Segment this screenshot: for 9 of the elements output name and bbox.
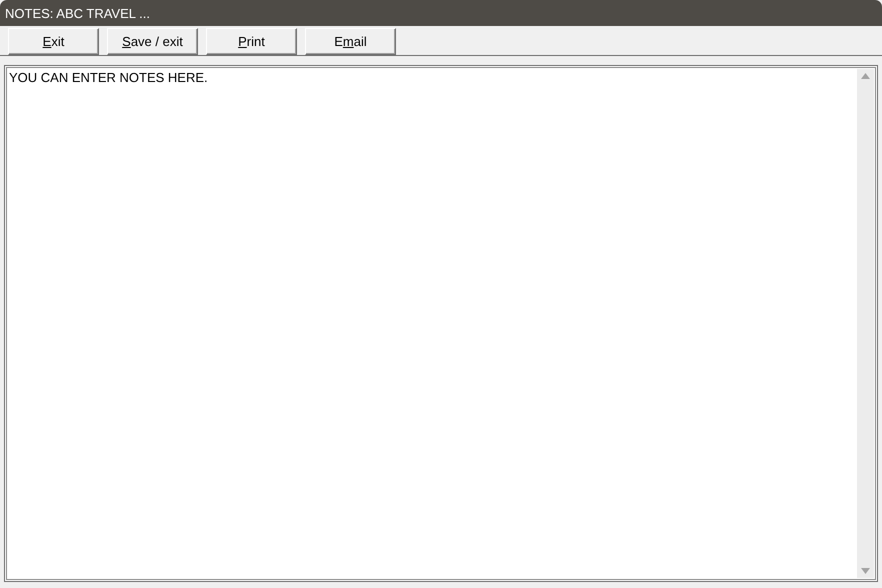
toolbar-button[interactable]: Exit <box>8 28 99 55</box>
scrollbar[interactable] <box>857 69 874 578</box>
window-title: NOTES: ABC TRAVEL ... <box>5 6 150 20</box>
toolbar-button[interactable]: Save / exit <box>107 28 198 55</box>
scroll-up-icon[interactable] <box>861 73 870 79</box>
toolbar-button[interactable]: Email <box>305 28 396 55</box>
notes-field[interactable]: YOU CAN ENTER NOTES HERE. <box>4 65 878 582</box>
toolbar-button[interactable]: Print <box>206 28 297 55</box>
scroll-down-icon[interactable] <box>861 568 870 574</box>
